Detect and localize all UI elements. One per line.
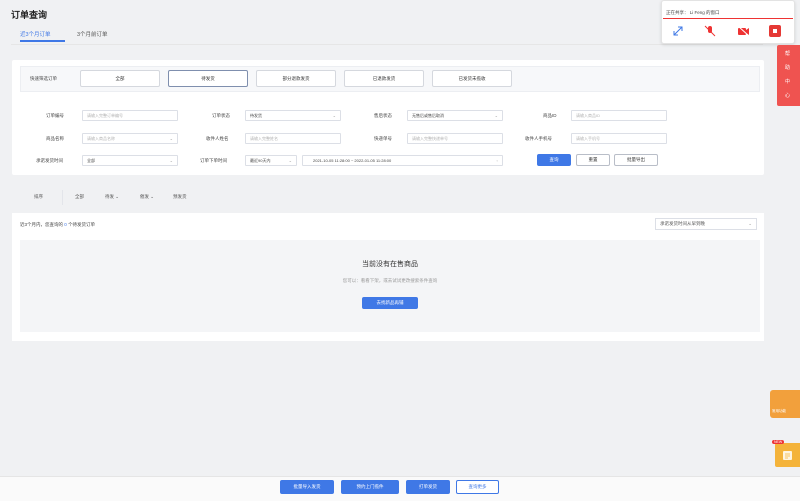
product-name-label: 商品名称 [46, 136, 64, 141]
recipient-name-label: 收件人姓名 [206, 136, 229, 141]
sort-pending[interactable]: 待发 ⌄ [105, 194, 119, 200]
sort-urge-label: 催发 [140, 194, 149, 199]
order-status-select[interactable]: 待发货 ⌄ [245, 110, 341, 121]
video-off-icon[interactable] [737, 25, 750, 37]
tab-older-orders[interactable]: 3个月前订单 [77, 30, 108, 38]
stop-share-icon[interactable] [769, 25, 781, 37]
promised-ship-time-label: 承诺发货时间 [36, 158, 63, 163]
tab-bar: 近3个月订单 3个月前订单 [11, 27, 763, 45]
print-ship-button[interactable]: 打单发货 [406, 480, 450, 494]
sort-urge[interactable]: 催发 ⌄ [140, 194, 154, 200]
promised-ship-time-value: 全部 [87, 158, 95, 163]
sort-presale[interactable]: 预发货 [173, 194, 187, 200]
tracking-number-label: 快递单号 [374, 136, 392, 141]
empty-state-subtitle: 您可以：看看下架，或去试试更改搜索条件查询 [342, 278, 438, 283]
chevron-down-icon: ⌄ [332, 113, 336, 118]
recipient-phone-label: 收件人手机号 [525, 136, 552, 141]
reset-button[interactable]: 重置 [576, 154, 610, 166]
order-id-input[interactable]: 请输入完整订单编号 [82, 110, 178, 121]
quick-filter-shipped-not-collected-button[interactable]: 已发货未揽收 [432, 70, 512, 87]
bulk-export-button[interactable]: 批量导出 [614, 154, 658, 166]
order-id-label: 订单编号 [46, 113, 64, 118]
mic-off-icon[interactable] [704, 25, 716, 37]
sort-pending-label: 待发 [105, 194, 114, 199]
sort-label: 排序 [34, 194, 43, 199]
active-tab-indicator [20, 40, 65, 42]
order-status-value: 待发货 [250, 113, 262, 118]
order-time-range-value: 最近90天内 [250, 158, 271, 163]
side-tab-char: 助 [785, 65, 791, 71]
tab-recent-orders[interactable]: 近3个月订单 [20, 30, 51, 38]
sort-all[interactable]: 全部 [75, 194, 84, 200]
chevron-down-icon: ⌄ [494, 113, 498, 118]
sort-bar: 排序 全部 待发 ⌄ 催发 ⌄ 预发货 [20, 190, 760, 205]
result-sort-select[interactable]: 承诺发货时间从早到晚 ⌄ [655, 218, 757, 230]
expand-icon[interactable] [673, 26, 683, 36]
side-tab-char: 心 [785, 93, 791, 99]
empty-state [20, 240, 760, 332]
quick-filter-refunded-button[interactable]: 已退款发货 [344, 70, 424, 87]
recipient-phone-input[interactable]: 请输入手机号 [571, 133, 667, 144]
new-feature-widget[interactable]: NEW [772, 440, 800, 467]
common-tools-widget[interactable]: 常用功能 [770, 390, 800, 418]
chevron-down-icon: ⌄ [169, 158, 173, 163]
side-tab-char: 中 [785, 79, 791, 85]
aftersale-status-select[interactable]: 无售后或售后取消 ⌄ [407, 110, 503, 121]
quick-filter-label: 快速筛选订单 [30, 76, 57, 81]
empty-state-title: 当前没有在售商品 [362, 261, 418, 268]
help-side-tab[interactable]: 帮 助 中 心 [777, 45, 800, 106]
order-date-range-value: 2021-10-05 11:28:00 ~ 2022-01-05 11:28:0… [313, 158, 392, 163]
chevron-down-icon: ⌄ [169, 136, 173, 141]
chevron-down-icon: ⌄ [150, 194, 155, 199]
chevron-down-icon: ⌄ [115, 194, 120, 199]
product-name-placeholder: 请输入商品名称 [87, 136, 115, 141]
schedule-pickup-button[interactable]: 预约上门揽件 [341, 480, 399, 494]
chevron-down-icon: ⌄ [748, 221, 752, 226]
result-count: 0 [64, 222, 67, 227]
order-date-range-picker[interactable]: 2021-10-05 11:28:00 ~ 2022-01-05 11:28:0… [302, 155, 503, 166]
product-name-input[interactable]: 请输入商品名称 ⌄ [82, 133, 178, 144]
order-time-label: 订单下单时间 [200, 158, 227, 163]
order-status-label: 订单状态 [212, 113, 230, 118]
screen-share-divider [663, 18, 793, 19]
new-badge: NEW [772, 440, 785, 444]
result-prefix: 近3个月内，您查询的 [20, 222, 64, 227]
calendar-icon: ▫ [496, 158, 498, 163]
empty-state-action-button[interactable]: 去找新品再铺 [362, 297, 418, 309]
quick-filter-row: 快速筛选订单 全部 待发货 部分退款发货 已退款发货 已发货未揽收 [20, 66, 760, 92]
tracking-number-input[interactable]: 请输入完整快递单号 [407, 133, 503, 144]
clipboard-icon [783, 451, 792, 460]
sort-divider [62, 190, 63, 205]
quick-filter-partial-refund-button[interactable]: 部分退款发货 [256, 70, 336, 87]
aftersale-status-label: 售后状态 [374, 113, 392, 118]
result-sort-value: 承诺发货时间从早到晚 [660, 221, 705, 226]
common-tools-label: 常用功能 [772, 409, 786, 413]
bulk-import-ship-button[interactable]: 批量导入发货 [280, 480, 334, 494]
recipient-name-input[interactable]: 请输入完整姓名 [245, 133, 341, 144]
chevron-down-icon: ⌄ [288, 158, 292, 163]
quick-filter-pending-button[interactable]: 待发货 [168, 70, 248, 87]
page-title: 订单查询 [11, 10, 48, 20]
screen-share-popup [661, 0, 795, 44]
search-button[interactable]: 查询 [537, 154, 571, 166]
product-id-label: 商品ID [543, 113, 557, 118]
side-tab-char: 帮 [785, 51, 791, 57]
screen-share-text: 正在共享： Li Feng 的窗口 [666, 10, 720, 15]
result-suffix: 个待发货订单 [68, 222, 96, 227]
promised-ship-time-select[interactable]: 全部 ⌄ [82, 155, 178, 166]
order-time-range-select[interactable]: 最近90天内 ⌄ [245, 155, 297, 166]
query-more-button[interactable]: 查询更多 [456, 480, 499, 494]
aftersale-status-value: 无售后或售后取消 [412, 113, 444, 118]
result-summary: 近3个月内，您查询的 0 个待发货订单 [20, 222, 95, 228]
quick-filter-all-button[interactable]: 全部 [80, 70, 160, 87]
bottom-action-bar [0, 476, 800, 501]
product-id-input[interactable]: 请输入商品ID [571, 110, 667, 121]
